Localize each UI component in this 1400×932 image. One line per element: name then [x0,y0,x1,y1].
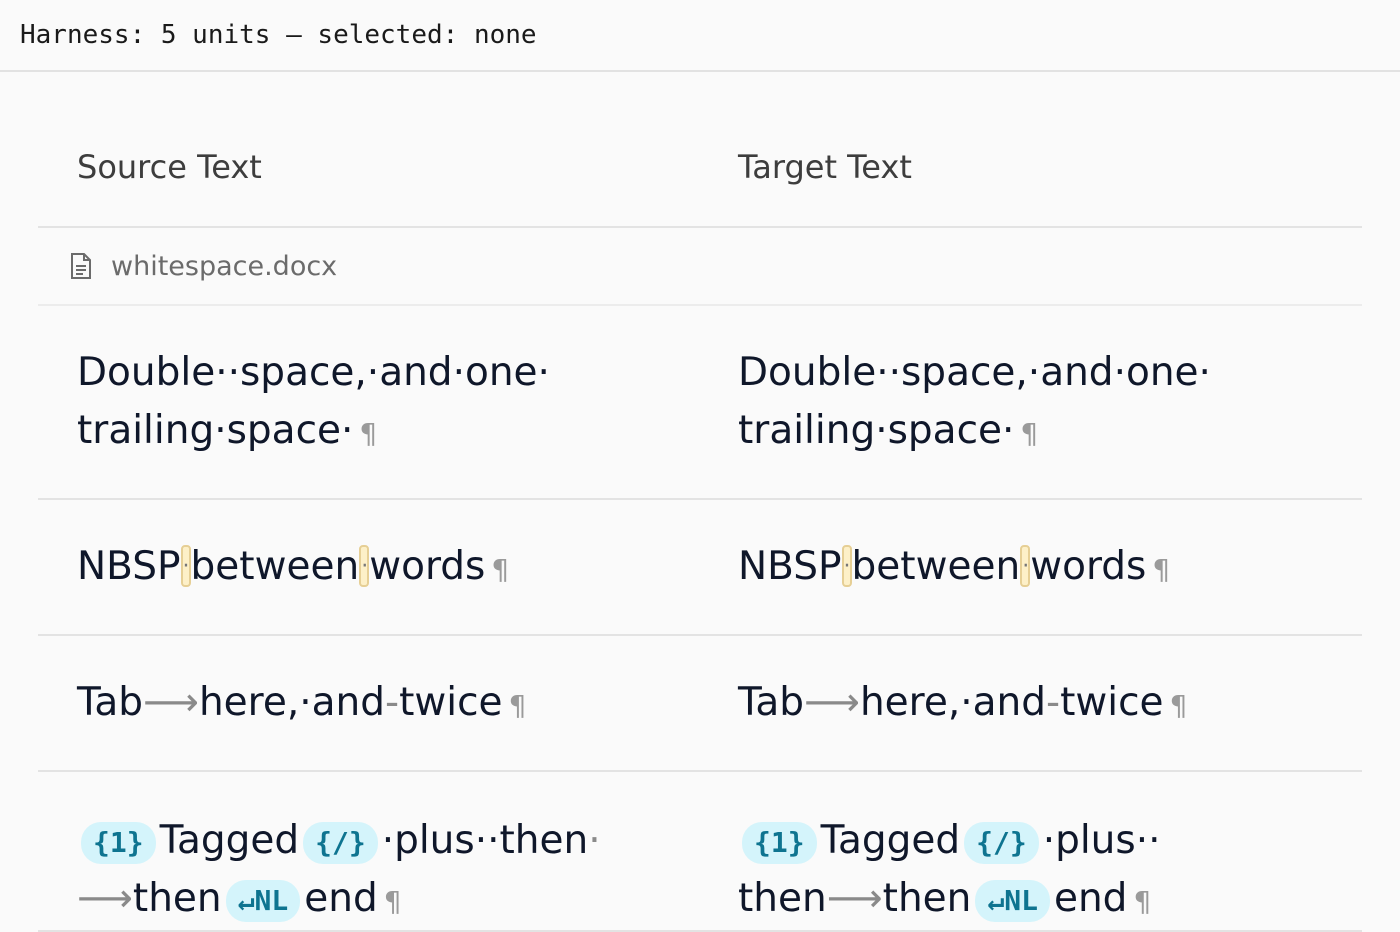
target-text: Double··space,·and·one· [738,350,1211,395]
source-text: Tagged [159,818,300,863]
segment-row[interactable]: {1} Tagged {/} ·plus··then· ⟶then ↵NL end ¶ {1… [38,772,1362,932]
source-text: Double··space,·and·one· [77,350,550,395]
nbsp-marker: · [359,544,370,587]
pilcrow-icon: ¶ [359,417,378,450]
tag-newline[interactable]: ↵NL [975,879,1050,922]
tag-close[interactable]: {/} [964,821,1039,864]
target-text: then [738,876,827,921]
pilcrow-icon: ¶ [1020,417,1039,450]
file-row[interactable]: whitespace.docx [38,228,1362,306]
nbsp-marker: · [180,544,191,587]
source-text: then [132,876,222,921]
tab-marker-icon: ⟶ [804,680,860,725]
target-cell[interactable]: Tab⟶here,·and-twice ¶ [699,674,1360,770]
pilcrow-icon: ¶ [1152,553,1171,586]
target-text: end [1053,876,1128,921]
target-text: then [882,876,972,921]
target-cell[interactable]: {1} Tagged {/} ·plus·· then⟶then ↵NL end ¶ [699,812,1360,930]
pilcrow-icon: ¶ [1133,885,1152,918]
tab-marker-icon: - [385,680,400,725]
file-name: whitespace.docx [111,250,338,282]
pilcrow-icon: ¶ [1169,689,1188,722]
source-text: trailing·space· [77,408,354,453]
target-column-header: Target Text [738,148,912,186]
tag-close[interactable]: {/} [303,821,378,864]
pilcrow-icon: ¶ [491,553,510,586]
target-text: Tab [738,680,805,725]
source-word: words [369,544,486,589]
harness-status: Harness: 5 units — selected: none [0,0,1400,72]
target-cell[interactable]: Double··space,·and·one· trailing·space· ¶ [699,344,1360,498]
tab-marker-icon: ⟶ [826,876,883,921]
target-word: NBSP [738,544,842,589]
source-cell[interactable]: {1} Tagged {/} ·plus··then· ⟶then ↵NL end ¶ [38,812,699,930]
target-text: trailing·space· [738,408,1015,453]
source-word: between [190,544,360,589]
target-text: here,·and [859,680,1047,725]
tab-marker-icon: ⟶ [77,876,133,921]
target-cell[interactable]: NBSP·between·words ¶ [699,538,1360,634]
source-cell[interactable]: Double··space,·and·one· trailing·space· ¶ [38,344,699,498]
tab-marker-icon: - [1046,680,1061,725]
target-text: ·plus·· [1042,818,1161,863]
target-word: words [1030,544,1147,589]
source-text: ·plus·· [381,818,500,863]
nbsp-marker: · [1020,544,1031,587]
segment-row[interactable]: NBSP·between·words ¶ NBSP·between·words ¶ [38,500,1362,636]
segment-grid: Source Text Target Text whitespace.docx … [38,74,1362,932]
tag-newline[interactable]: ↵NL [225,879,301,922]
source-text: Tab [77,680,144,725]
pilcrow-icon: ¶ [508,689,527,722]
tab-marker-icon: ⟶ [143,680,199,725]
source-text: then [499,818,589,863]
source-text: end [304,876,378,921]
tag-open[interactable]: {1} [742,821,817,864]
source-cell[interactable]: NBSP·between·words ¶ [38,538,699,634]
source-word: NBSP [77,544,181,589]
nbsp-marker: · [841,544,852,587]
space-marker: · [588,818,601,863]
segment-row[interactable]: Tab⟶here,·and-twice ¶ Tab⟶here,·and-twice… [38,636,1362,772]
tag-open[interactable]: {1} [81,821,156,864]
source-text: here,·and [198,680,386,725]
source-text: twice [399,680,503,725]
target-text: twice [1060,680,1164,725]
document-icon [71,253,91,279]
target-text: Tagged [820,818,961,863]
harness-label: Harness: 5 units — selected: none [20,20,537,50]
segment-row[interactable]: Double··space,·and·one· trailing·space· ¶… [38,306,1362,500]
pilcrow-icon: ¶ [383,885,402,918]
source-column-header: Source Text [77,148,262,186]
source-cell[interactable]: Tab⟶here,·and-twice ¶ [38,674,699,770]
target-word: between [851,544,1021,589]
column-headers: Source Text Target Text [38,74,1362,228]
